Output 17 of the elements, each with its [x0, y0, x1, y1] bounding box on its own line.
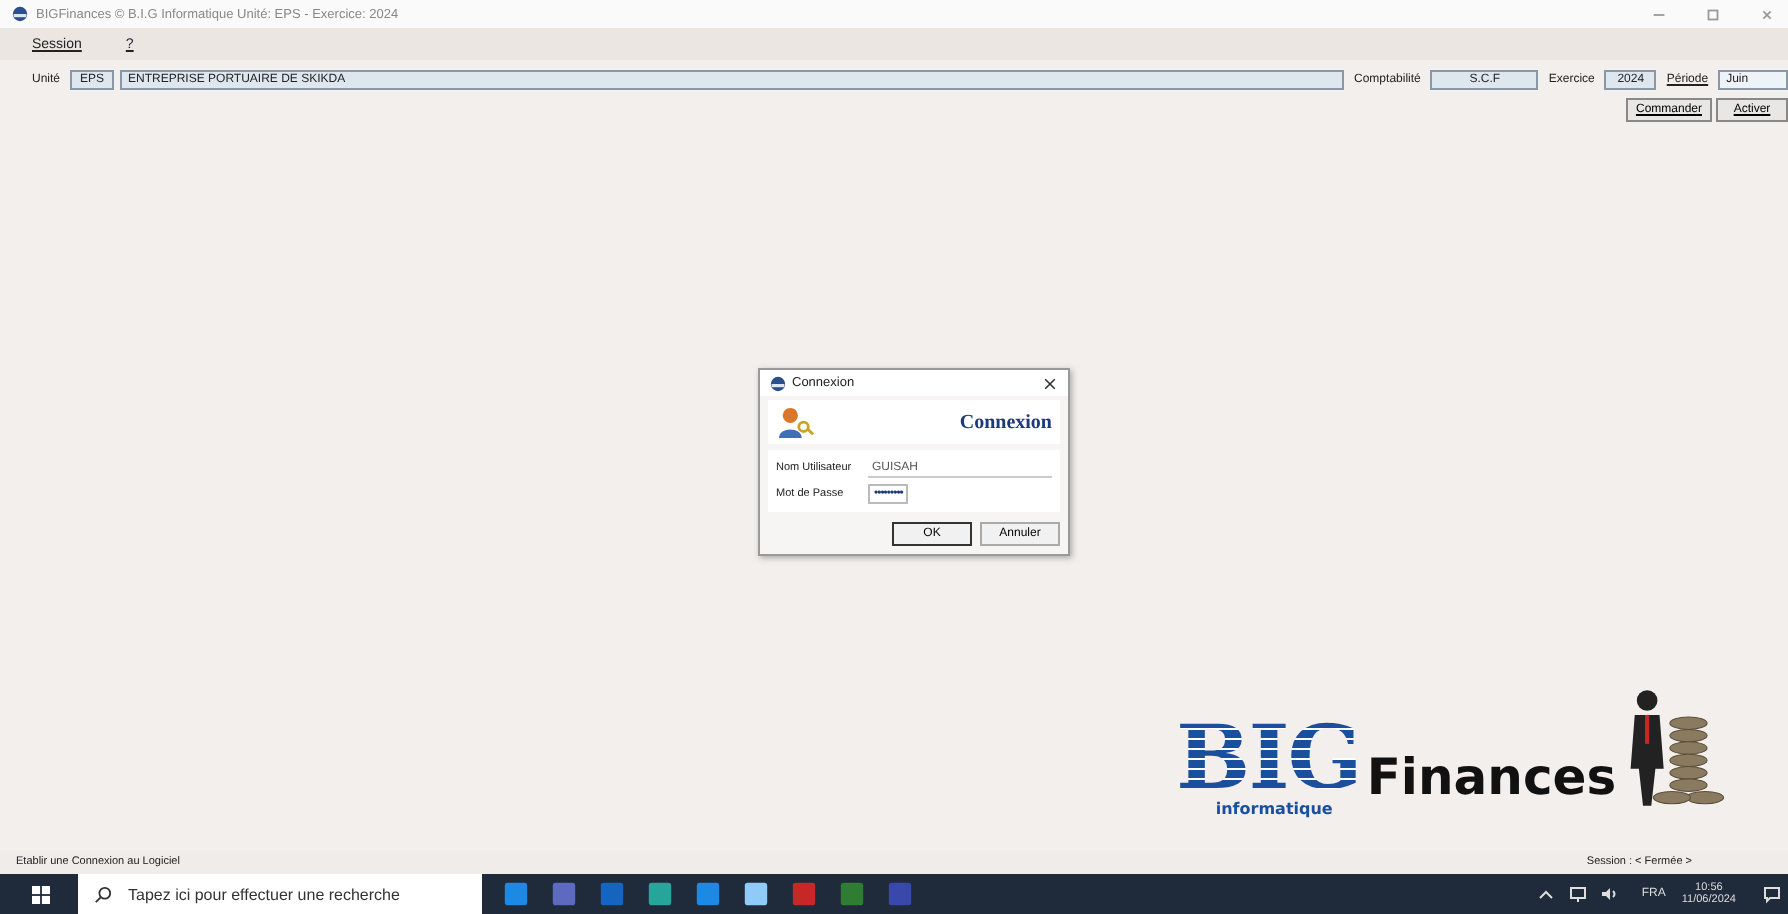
network-icon[interactable] — [1567, 884, 1588, 904]
logo-finances-text: Finances — [1366, 748, 1617, 806]
speaker-icon[interactable] — [1599, 884, 1620, 904]
notifications-icon[interactable] — [1762, 884, 1782, 904]
taskbar-app-icon[interactable] — [646, 880, 674, 908]
dialog-heading: Connexion — [957, 411, 1052, 433]
close-icon[interactable] — [1042, 375, 1058, 391]
app-logo-icon — [12, 6, 28, 22]
windows-start-icon[interactable] — [32, 885, 50, 903]
taskbar-app-icon[interactable] — [694, 880, 722, 908]
search-icon — [94, 885, 112, 903]
taskbar-app-icon[interactable] — [742, 880, 770, 908]
taskbar-app-icon[interactable] — [502, 880, 530, 908]
maximize-icon[interactable] — [1704, 5, 1722, 23]
dialog-app-icon — [770, 375, 786, 391]
taskbar-search-field[interactable]: Tapez ici pour effectuer une recherche — [78, 874, 482, 914]
logo-subtitle: informatique — [1215, 800, 1333, 818]
